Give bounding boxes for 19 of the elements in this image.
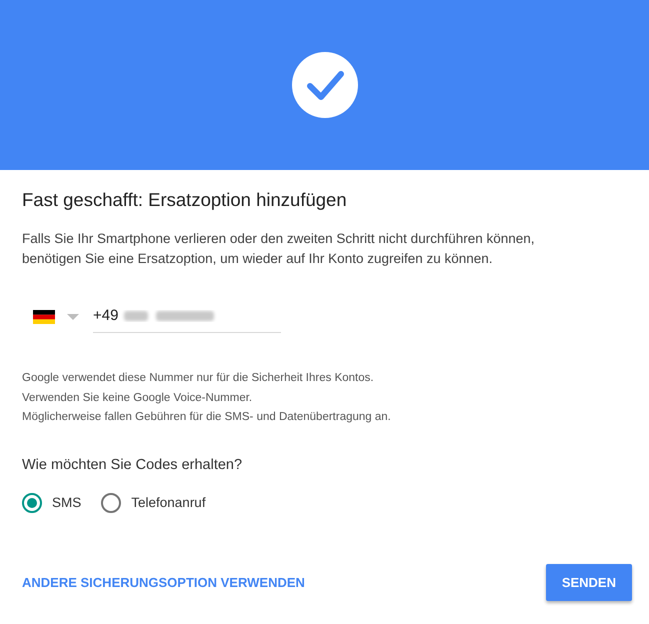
dialog-title: Fast geschafft: Ersatzoption hinzufügen <box>22 189 348 211</box>
radio-option[interactable]: SMS <box>22 492 82 512</box>
flag-icon <box>33 310 55 324</box>
radio-option[interactable]: Telefonanruf <box>101 492 206 512</box>
radio-label: Telefonanruf <box>131 495 206 510</box>
radio-button[interactable] <box>101 492 122 512</box>
phone-field[interactable]: +49 <box>93 301 281 333</box>
radio-button[interactable] <box>22 492 42 512</box>
question-text: Wie möchten Sie Codes erhalten? <box>22 456 244 472</box>
radio-label: SMS <box>52 495 82 510</box>
checkmark-icon <box>292 52 358 118</box>
note-text: Möglicherweise fallen Gebühren für die SMS- und Datenübertragung an. <box>22 410 392 425</box>
dropdown-arrow-icon <box>67 314 79 320</box>
country-select[interactable] <box>33 310 79 324</box>
send-button[interactable]: SENDEN <box>546 564 632 600</box>
note-text: Verwenden Sie keine Google Voice-Nummer. <box>22 390 254 406</box>
note-text: Google verwendet diese Nummer nur für die Sicherheit Ihres Kontos. <box>22 371 375 386</box>
alternative-option-link[interactable]: ANDERE SICHERUNGSOPTION VERWENDEN <box>22 574 305 590</box>
intro-text: Falls Sie Ihr Smartphone verlieren oder den zweiten Schritt nicht durchführen können, benötigen Sie eine Ersatzoption, um wieder auf Ihr Konto zugreifen zu können. <box>22 230 536 268</box>
